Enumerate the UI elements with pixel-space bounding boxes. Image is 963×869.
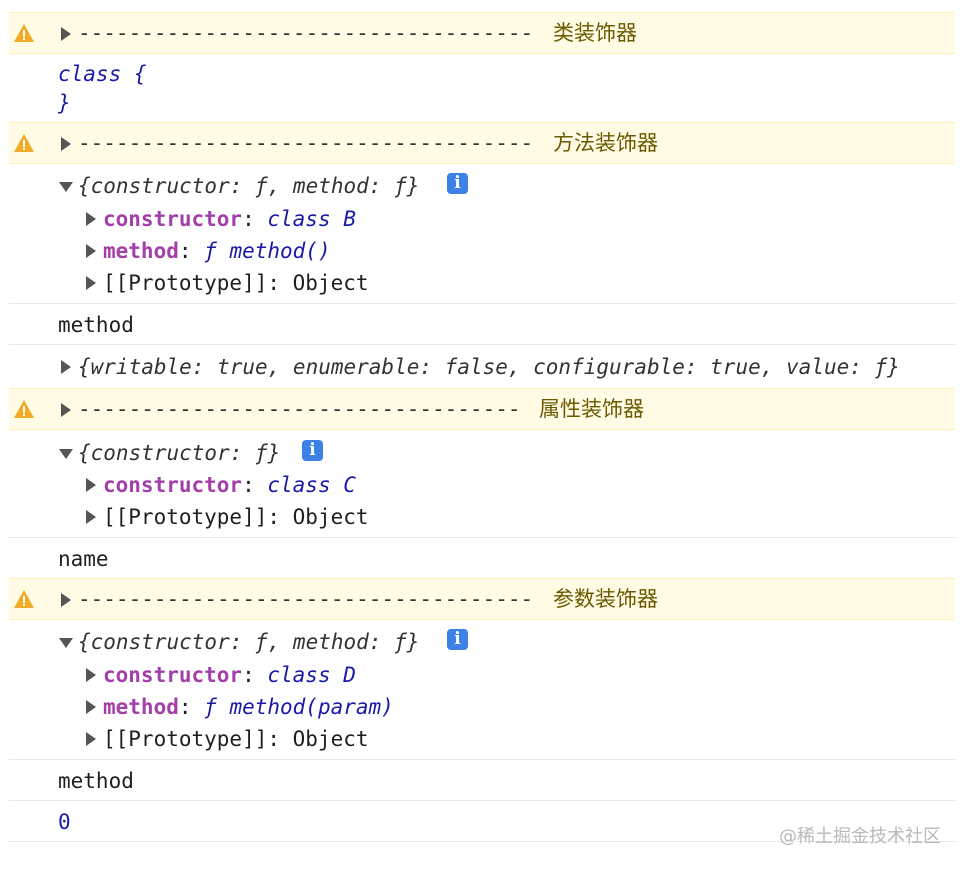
- triangle-right-icon[interactable]: [86, 478, 96, 492]
- info-icon[interactable]: i: [447, 173, 468, 194]
- log-text: name: [58, 547, 109, 571]
- object-summary[interactable]: {constructor: ƒ, method: ƒ}: [78, 173, 419, 199]
- row-divider: [9, 759, 955, 760]
- object-prototype[interactable]: [[Prototype]]: Object: [103, 270, 369, 296]
- row-divider: [9, 303, 955, 304]
- row-divider: [9, 344, 955, 345]
- warning-dashes: -----------------------------------: [78, 397, 521, 421]
- object-prototype[interactable]: [[Prototype]]: Object: [103, 726, 369, 752]
- triangle-right-icon[interactable]: [61, 593, 71, 607]
- descriptor-summary[interactable]: {writable: true, enumerable: false, conf…: [78, 354, 900, 380]
- object-property[interactable]: method: ƒ method(param): [103, 694, 394, 720]
- warning-icon: [14, 134, 34, 152]
- object-summary[interactable]: {constructor: ƒ, method: ƒ}: [78, 629, 419, 655]
- object-property[interactable]: constructor: class D: [103, 662, 356, 688]
- triangle-down-icon[interactable]: [59, 449, 73, 459]
- info-icon[interactable]: i: [447, 629, 468, 650]
- warning-label: 参数装饰器: [553, 587, 658, 611]
- triangle-right-icon[interactable]: [86, 732, 96, 746]
- class-log-line1: class {: [58, 62, 147, 86]
- log-number: 0: [58, 810, 71, 834]
- class-log-line2: }: [58, 91, 71, 115]
- warning-label: 类装饰器: [553, 21, 637, 45]
- object-summary[interactable]: {constructor: ƒ}: [78, 440, 280, 466]
- warning-icon: [14, 590, 34, 608]
- object-prototype[interactable]: [[Prototype]]: Object: [103, 504, 369, 530]
- triangle-right-icon[interactable]: [86, 244, 96, 258]
- triangle-down-icon[interactable]: [59, 182, 73, 192]
- log-text: method: [58, 313, 134, 337]
- info-icon[interactable]: i: [302, 440, 323, 461]
- triangle-right-icon[interactable]: [61, 137, 71, 151]
- triangle-right-icon[interactable]: [86, 212, 96, 226]
- log-text: method: [58, 769, 134, 793]
- object-property[interactable]: constructor: class C: [103, 472, 356, 498]
- triangle-right-icon[interactable]: [86, 668, 96, 682]
- object-property[interactable]: method: ƒ method(): [103, 238, 331, 264]
- warning-dashes: ------------------------------------: [78, 131, 534, 155]
- watermark: @稀土掘金技术社区: [779, 826, 941, 847]
- triangle-right-icon[interactable]: [61, 27, 71, 41]
- row-divider: [9, 537, 955, 538]
- row-divider: [9, 800, 955, 801]
- warning-dashes: ------------------------------------: [78, 21, 534, 45]
- warning-icon: [14, 24, 34, 42]
- warning-icon: [14, 400, 34, 418]
- warning-label: 方法装饰器: [553, 131, 658, 155]
- triangle-right-icon[interactable]: [86, 510, 96, 524]
- triangle-right-icon[interactable]: [61, 403, 71, 417]
- object-property[interactable]: constructor: class B: [103, 206, 356, 232]
- warning-dashes: ------------------------------------: [78, 587, 534, 611]
- triangle-down-icon[interactable]: [59, 638, 73, 648]
- triangle-right-icon[interactable]: [86, 276, 96, 290]
- triangle-right-icon[interactable]: [61, 360, 71, 374]
- warning-label: 属性装饰器: [539, 397, 644, 421]
- triangle-right-icon[interactable]: [86, 700, 96, 714]
